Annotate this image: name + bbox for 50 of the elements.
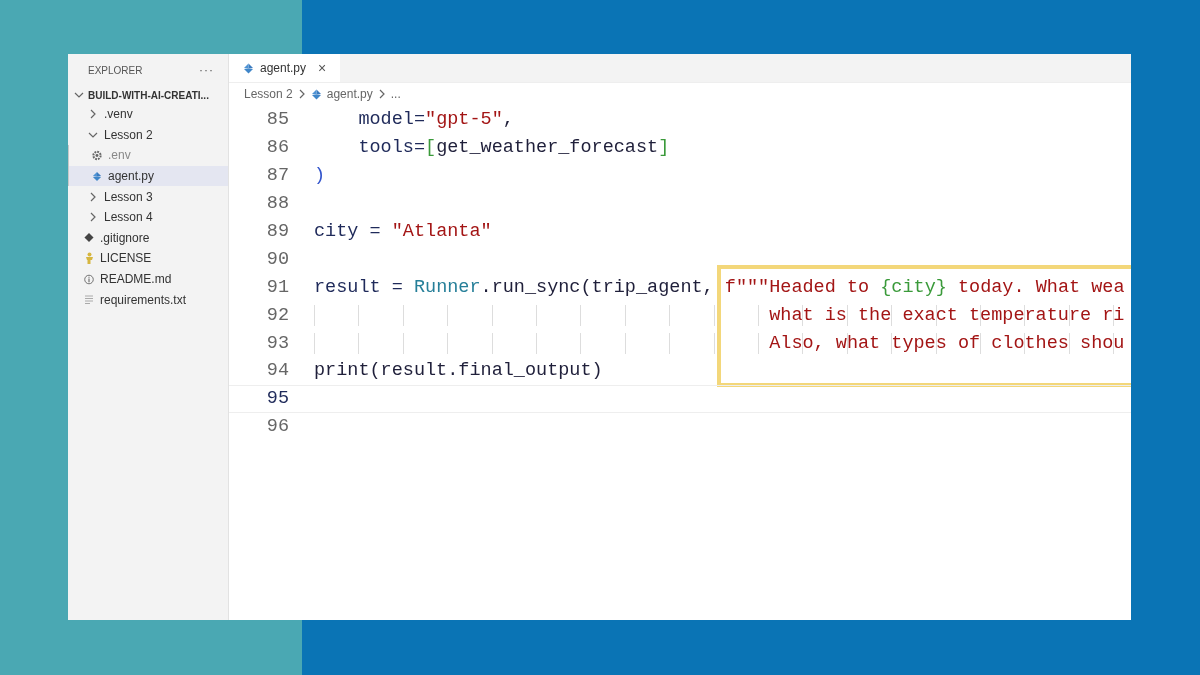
- line-number: 86: [265, 137, 289, 159]
- more-actions-button[interactable]: ···: [199, 63, 214, 77]
- python-file-icon: [310, 88, 322, 100]
- line-number: 95: [265, 388, 289, 410]
- chevron-right-icon: [89, 109, 97, 120]
- code-line: print(result.final_output): [314, 360, 603, 382]
- chevron-right-icon: [89, 191, 97, 202]
- line-number: 92: [265, 304, 289, 326]
- tree-item[interactable]: Lesson 3: [68, 186, 228, 207]
- tree-item[interactable]: LICENSE: [68, 248, 228, 269]
- gear-icon: [92, 150, 102, 161]
- python-file-icon: [243, 62, 254, 74]
- line-number: 87: [265, 165, 289, 187]
- tree-item[interactable]: agent.py: [68, 165, 228, 187]
- code-line: result = Runner.run_sync(trip_agent, f"""Headed to {city} today. What wea: [314, 276, 1125, 298]
- chevron-down-icon: [88, 130, 98, 139]
- tree-item[interactable]: requirements.txt: [68, 289, 228, 310]
- line-number: 88: [265, 193, 289, 215]
- workspace-folder[interactable]: BUILD-WITH-AI-CREATI...: [68, 80, 228, 104]
- chevron-right-icon: [297, 89, 306, 99]
- breadcrumb-more[interactable]: ...: [390, 87, 401, 101]
- tree-item[interactable]: Lesson 2: [68, 124, 228, 146]
- python-file-icon: [92, 170, 102, 182]
- line-number: 93: [265, 332, 289, 354]
- chevron-down-icon: [74, 91, 84, 99]
- lines-icon: [84, 294, 94, 306]
- explorer-title: EXPLORER: [88, 64, 143, 76]
- line-number: 85: [265, 109, 289, 131]
- info-icon: [84, 273, 94, 285]
- code-line: model="gpt-5",: [357, 109, 514, 131]
- line-number: 96: [265, 416, 289, 438]
- breadcrumb-file[interactable]: agent.py: [326, 87, 373, 101]
- line-number: 94: [265, 360, 289, 382]
- close-button[interactable]: ×: [318, 60, 327, 76]
- chevron-right-icon: [377, 89, 386, 99]
- code-line: ): [314, 165, 326, 187]
- chevron-right-icon: [89, 212, 97, 223]
- editor-tab[interactable]: agent.py ×: [229, 54, 341, 82]
- person-icon: [84, 252, 94, 265]
- tree-item[interactable]: Lesson 4: [68, 206, 228, 228]
- tree-item[interactable]: README.md: [68, 268, 228, 290]
- line-number: 89: [265, 221, 289, 242]
- line-number: 90: [265, 248, 289, 270]
- code-line: tools=[get_weather_forecast]: [357, 137, 670, 159]
- tree-item[interactable]: .gitignore: [68, 227, 228, 249]
- code-line: city = "Atlanta": [314, 221, 492, 242]
- breadcrumb-folder[interactable]: Lesson 2: [244, 87, 293, 101]
- diamond-icon: [84, 232, 94, 244]
- tree-item[interactable]: .venv: [68, 104, 228, 125]
- line-number: 91: [265, 276, 289, 298]
